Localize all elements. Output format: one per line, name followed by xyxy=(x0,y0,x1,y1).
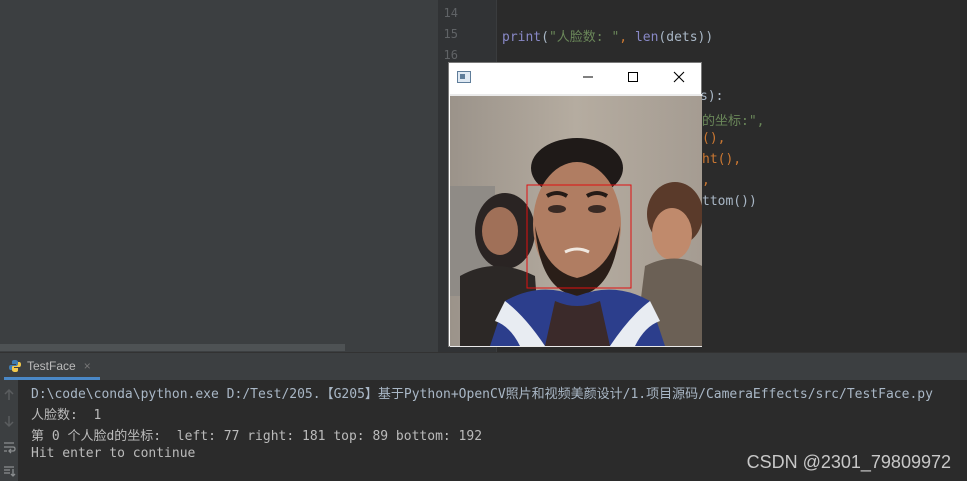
watermark-text: CSDN @2301_79809972 xyxy=(746,452,951,472)
line-number: 14 xyxy=(443,6,458,20)
soft-wrap-icon[interactable] xyxy=(2,440,16,454)
close-icon[interactable]: × xyxy=(84,359,91,373)
code-fragment: ttom()) xyxy=(702,194,757,209)
code-token: (dets)) xyxy=(658,30,714,45)
code-fragment: 的坐标:", xyxy=(702,114,765,129)
code-line-15: print("人脸数: ", len(dets)) xyxy=(502,26,713,45)
run-tool-header: TestFace × xyxy=(0,353,967,380)
code-token-comma: , xyxy=(619,30,635,45)
run-side-toolbar xyxy=(0,380,18,481)
code-token-len: len xyxy=(634,30,659,45)
minimize-button[interactable] xyxy=(566,63,610,91)
run-tab-label: TestFace xyxy=(27,359,76,373)
scroll-to-end-icon[interactable] xyxy=(2,464,16,478)
line-number: 15 xyxy=(443,27,458,41)
window-app-icon xyxy=(457,71,471,83)
maximize-button[interactable] xyxy=(611,63,655,91)
window-titlebar[interactable] xyxy=(449,63,701,94)
image-window[interactable] xyxy=(448,62,702,347)
face-photo xyxy=(450,96,702,346)
line-number: 16 xyxy=(443,48,458,62)
maximize-icon xyxy=(628,72,638,82)
code-fragment: (), xyxy=(702,131,726,146)
code-fragment: ht(), xyxy=(702,152,742,167)
console-line: 人脸数: 1 xyxy=(31,408,102,423)
project-panel xyxy=(0,0,438,352)
arrow-up-icon[interactable] xyxy=(2,388,16,402)
code-token-string: "人脸数: " xyxy=(548,30,620,45)
horizontal-scrollbar[interactable] xyxy=(0,344,345,351)
code-token-print: print xyxy=(502,30,542,45)
close-icon xyxy=(673,71,685,83)
code-fragment: , xyxy=(702,173,710,188)
image-frame xyxy=(450,94,702,347)
console-line: Hit enter to continue xyxy=(31,446,196,461)
close-button[interactable] xyxy=(657,63,701,91)
console-line: D:\code\conda\python.exe D:/Test/205.【G2… xyxy=(31,387,933,402)
minimize-icon xyxy=(583,76,593,78)
arrow-down-icon[interactable] xyxy=(2,414,16,428)
console-line: 第 0 个人脸d的坐标: left: 77 right: 181 top: 89… xyxy=(31,429,483,444)
code-fragment: s): xyxy=(700,89,724,104)
run-tab-testface[interactable]: TestFace × xyxy=(8,353,91,379)
python-icon xyxy=(9,360,21,372)
code-token: ( xyxy=(541,30,549,45)
